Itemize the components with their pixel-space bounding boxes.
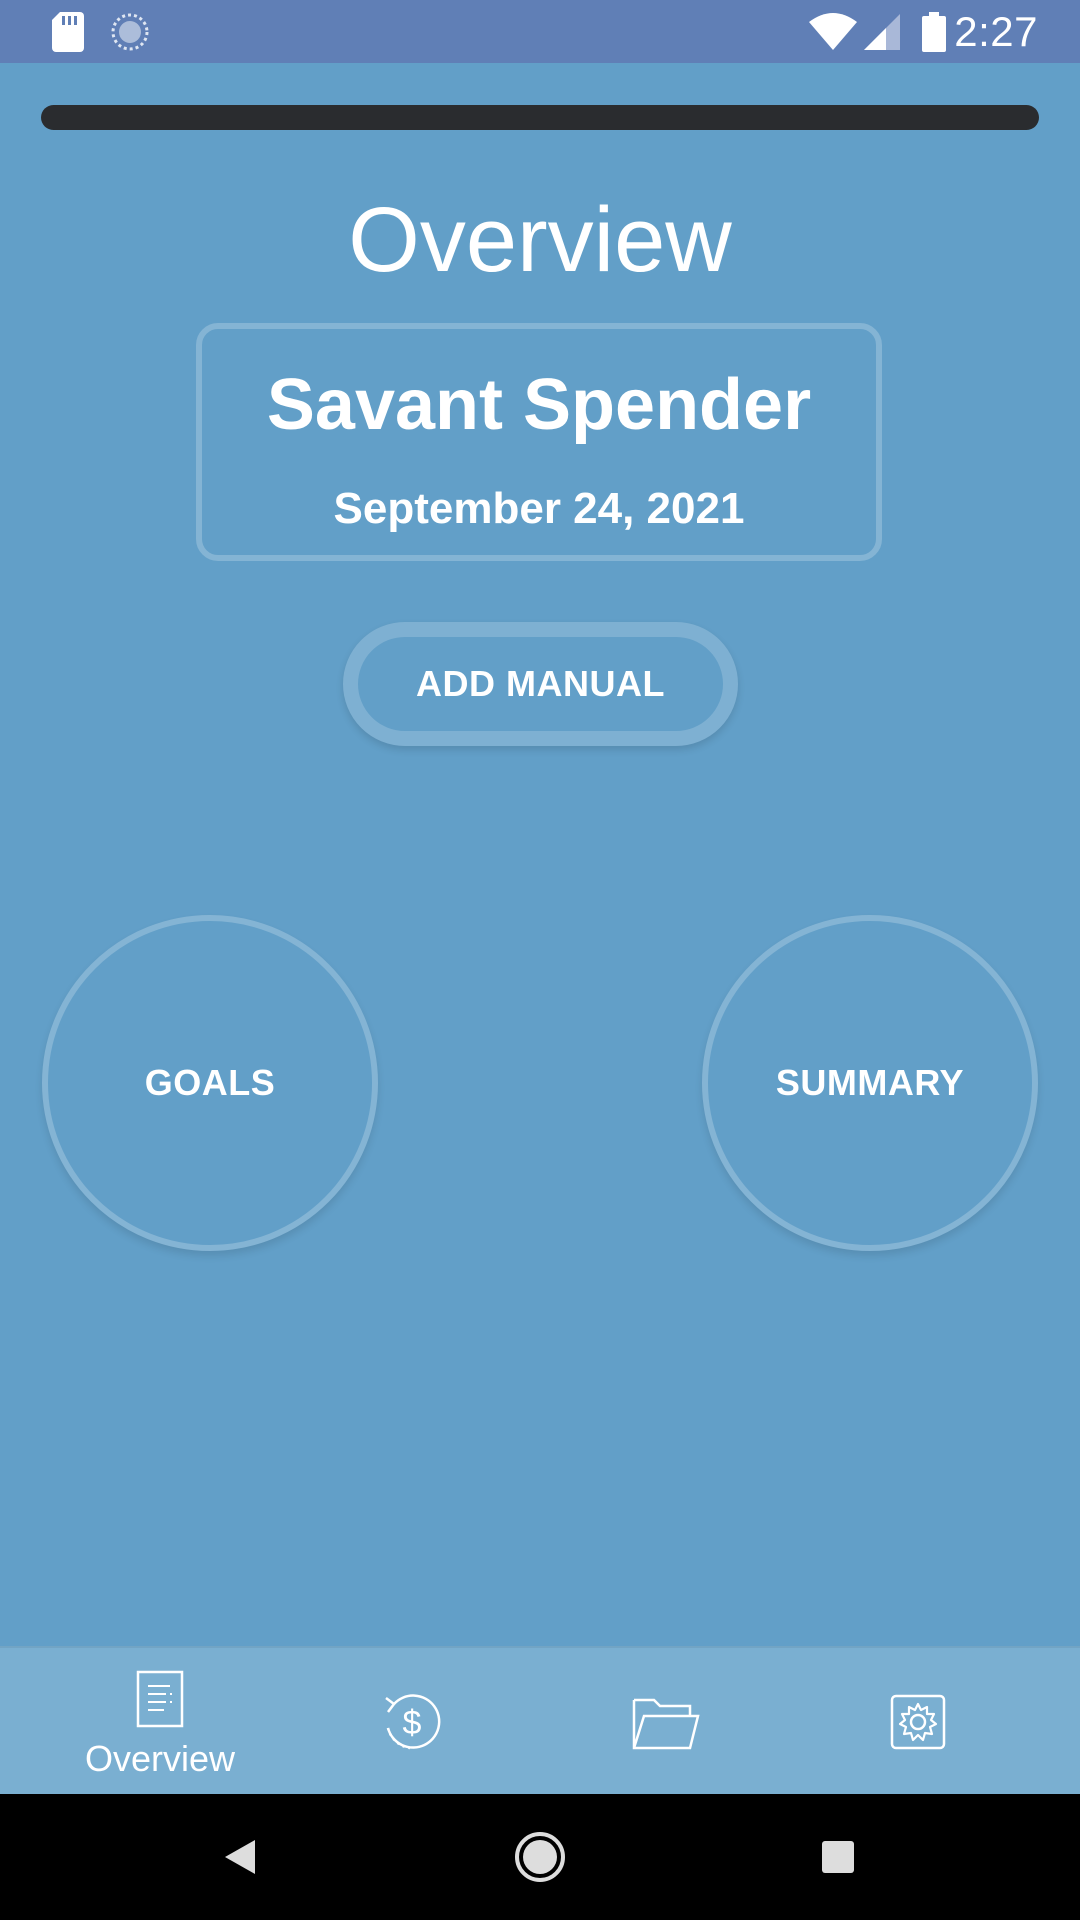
goals-label: GOALS [144,1062,276,1103]
home-icon[interactable] [510,1794,570,1920]
system-navigation-bar [0,1794,1080,1920]
bottom-navigation: Overview $ [0,1646,1080,1796]
summary-label: SUMMARY [775,1062,965,1103]
profile-card: Savant Spender September 24, 2021 [196,323,882,561]
add-manual-label: ADD MANUAL [416,663,665,704]
svg-text:$: $ [403,1704,422,1742]
folder-icon [531,1694,801,1750]
document-icon [25,1670,295,1728]
signal-icon [864,0,900,63]
settings-gear-icon [783,1694,1053,1750]
progress-bar [41,105,1039,130]
nav-item-settings[interactable] [783,1648,1053,1796]
wifi-icon [808,0,858,63]
nav-item-history[interactable]: $ [277,1648,547,1796]
recents-icon[interactable] [808,1794,868,1920]
money-history-icon: $ [277,1690,547,1754]
sync-icon [110,0,150,63]
page-title: Overview [348,189,732,291]
add-manual-button[interactable]: ADD MANUAL [343,622,738,746]
sd-card-icon [52,0,84,63]
status-time: 2:27 [954,8,1038,55]
profile-name: Savant Spender [266,365,812,445]
back-icon[interactable] [210,1794,270,1920]
summary-button[interactable]: SUMMARY [702,915,1038,1251]
goals-button[interactable]: GOALS [42,915,378,1251]
profile-date: September 24, 2021 [333,484,745,533]
nav-label-overview: Overview [84,1738,236,1779]
nav-item-files[interactable] [531,1648,801,1796]
battery-icon [922,0,946,63]
status-bar: 2:27 [0,0,1080,63]
nav-item-overview[interactable]: Overview [25,1648,295,1796]
